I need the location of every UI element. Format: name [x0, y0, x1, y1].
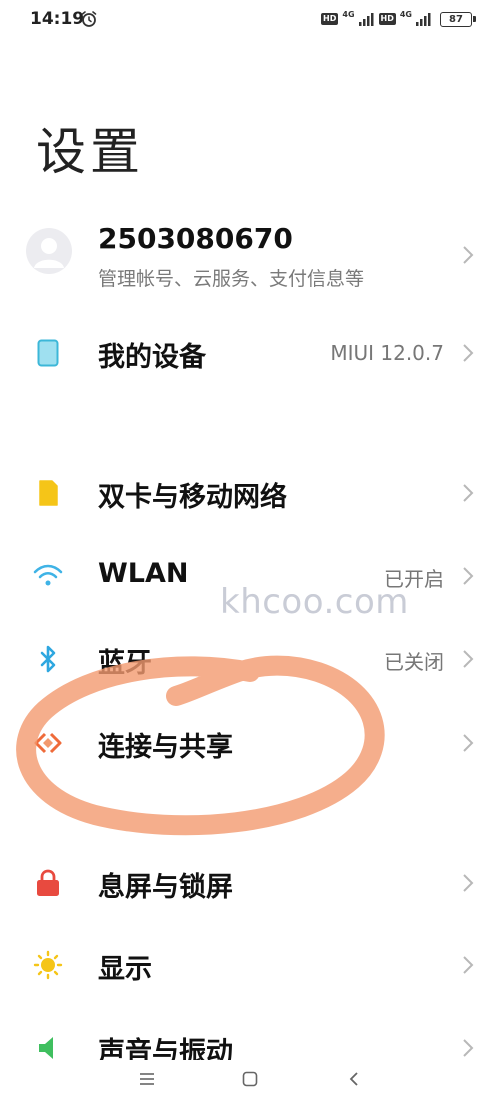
- chevron-right-icon: [463, 734, 474, 752]
- menu-icon[interactable]: [136, 1068, 158, 1090]
- chevron-right-icon: [463, 650, 474, 668]
- wlan-label: WLAN: [98, 558, 189, 589]
- navigation-bar: [0, 1060, 500, 1097]
- sound-vibration-row[interactable]: 声音与振动: [0, 1020, 500, 1060]
- chevron-right-icon: [463, 567, 474, 585]
- account-row[interactable]: 2503080670 管理帐号、云服务、支付信息等: [0, 215, 500, 295]
- connection-sharing-label: 连接与共享: [98, 732, 233, 763]
- my-device-row[interactable]: 我的设备 MIUI 12.0.7: [0, 325, 500, 381]
- dual-sim-row[interactable]: 双卡与移动网络: [0, 465, 500, 521]
- user-icon: [34, 238, 64, 268]
- network-type: 4G: [342, 10, 355, 19]
- signal-strength-icon: [358, 13, 374, 26]
- hd-badge: HD: [321, 13, 339, 25]
- chevron-right-icon: [463, 484, 474, 502]
- lock-screen-row[interactable]: 息屏与锁屏: [0, 855, 500, 911]
- chevron-right-icon: [463, 344, 474, 362]
- chevron-right-icon: [463, 956, 474, 974]
- page-title: 设置: [36, 123, 144, 181]
- chevron-right-icon: [463, 874, 474, 892]
- avatar: [26, 228, 72, 274]
- sun-icon: [32, 949, 64, 981]
- device-icon: [32, 337, 64, 369]
- status-time: 14:19: [30, 9, 85, 29]
- account-subtitle: 管理帐号、云服务、支付信息等: [98, 268, 365, 290]
- sound-icon: [32, 1032, 64, 1060]
- bluetooth-icon: [32, 643, 64, 675]
- status-icons: HD 4G HD 4G 87: [321, 10, 476, 28]
- bluetooth-status: 已关闭: [384, 650, 444, 674]
- connection-sharing-row[interactable]: 连接与共享: [0, 715, 500, 771]
- chevron-right-icon: [463, 246, 474, 264]
- dual-sim-label: 双卡与移动网络: [98, 482, 287, 513]
- alarm-clock-icon: [81, 11, 97, 27]
- settings-screen: 14:19 HD 4G HD 4G 87 设置 2503080670 管理帐号、…: [0, 0, 500, 1097]
- wifi-icon: [32, 560, 64, 592]
- my-device-label: 我的设备: [98, 342, 206, 373]
- display-label: 显示: [98, 954, 152, 985]
- display-row[interactable]: 显示: [0, 937, 500, 993]
- lock-icon: [32, 867, 64, 899]
- account-id: 2503080670: [98, 222, 293, 255]
- bluetooth-label: 蓝牙: [98, 648, 152, 679]
- home-icon[interactable]: [239, 1068, 261, 1090]
- bluetooth-row[interactable]: 蓝牙 已关闭: [0, 631, 500, 687]
- lock-screen-label: 息屏与锁屏: [98, 872, 233, 903]
- network-type: 4G: [399, 10, 412, 19]
- back-icon[interactable]: [343, 1068, 365, 1090]
- hd-badge: HD: [378, 13, 396, 25]
- battery-level: 87: [449, 13, 463, 25]
- sound-vibration-label: 声音与振动: [98, 1037, 233, 1060]
- battery-icon: 87: [440, 11, 476, 27]
- status-bar: 14:19 HD 4G HD 4G 87: [0, 0, 500, 40]
- sim-card-icon: [32, 477, 64, 509]
- signal-strength-icon: [416, 13, 431, 26]
- watermark: khcoo.com: [220, 582, 409, 622]
- miui-version: MIUI 12.0.7: [330, 341, 444, 365]
- share-icon: [32, 727, 64, 759]
- chevron-right-icon: [463, 1039, 474, 1057]
